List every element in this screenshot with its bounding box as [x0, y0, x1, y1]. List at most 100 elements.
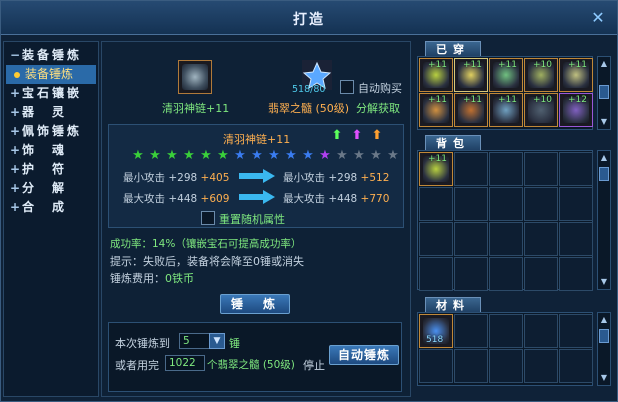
auto-buy-checkbox[interactable]: [340, 80, 354, 94]
nav-item-accessory-forge[interactable]: + 佩饰锤炼: [4, 122, 98, 141]
inventory-slot[interactable]: [524, 222, 558, 256]
forge-star-icon: ★: [183, 148, 195, 163]
inventory-slot[interactable]: [489, 152, 523, 186]
forge-star-icon: ★: [387, 148, 399, 163]
inventory-slot[interactable]: [419, 257, 453, 291]
nav-item-combine[interactable]: + 合 成: [4, 198, 98, 217]
inventory-slot[interactable]: [489, 349, 523, 383]
tab-equipped[interactable]: 已穿: [425, 41, 481, 57]
inventory-slot[interactable]: [454, 152, 488, 186]
inventory-slot[interactable]: [489, 187, 523, 221]
inventory-slot[interactable]: +11: [454, 93, 488, 127]
reset-random-label: 重置随机属性: [219, 213, 285, 226]
forge-star-icon: ★: [353, 148, 365, 163]
target-level-select[interactable]: 5: [179, 333, 211, 349]
scroll-thumb[interactable]: [599, 329, 609, 343]
stop-label: 停止: [303, 359, 325, 372]
inventory-slot[interactable]: [419, 349, 453, 383]
scroll-down-icon[interactable]: ▼: [599, 373, 609, 383]
bullet-icon: [14, 71, 20, 78]
inventory-slot[interactable]: [489, 314, 523, 348]
tab-backpack[interactable]: 背包: [425, 135, 481, 151]
inventory-slot[interactable]: 518: [419, 314, 453, 348]
inventory-slot[interactable]: [524, 257, 558, 291]
panel-item-name: 清羽神链+11: [223, 133, 291, 146]
inventory-slot[interactable]: [524, 187, 558, 221]
forge-star-icon: ★: [200, 148, 212, 163]
inventory-slot[interactable]: +11: [419, 152, 453, 186]
forge-star-icon: ★: [268, 148, 280, 163]
equipped-scrollbar[interactable]: ▲ ▼: [597, 56, 611, 130]
scroll-up-icon[interactable]: ▲: [599, 59, 609, 69]
backpack-scrollbar[interactable]: ▲ ▼: [597, 150, 611, 290]
materials-scrollbar[interactable]: ▲ ▼: [597, 312, 611, 386]
inventory-slot[interactable]: [454, 187, 488, 221]
inventory-slot[interactable]: +11: [419, 93, 453, 127]
inventory-slot[interactable]: [559, 222, 593, 256]
min-attack-next: 最小攻击 +298 +512: [283, 172, 390, 184]
inventory-slot[interactable]: [559, 314, 593, 348]
inventory-slot[interactable]: +12: [559, 93, 593, 127]
inventory-slot[interactable]: [454, 349, 488, 383]
material-count: 518/80: [292, 84, 326, 95]
fail-hint: 提示：失败后，装备将会降至0锤或消失: [110, 255, 304, 268]
inventory-slot[interactable]: +10: [524, 58, 558, 92]
item-level-label: +11: [428, 154, 447, 164]
backpack-grid: +11: [417, 150, 593, 291]
inventory-slot[interactable]: +11: [419, 58, 453, 92]
inventory-slot[interactable]: +11: [559, 58, 593, 92]
use-count-input[interactable]: 1022: [165, 355, 205, 371]
nav-item-accessory-soul[interactable]: + 饰 魂: [4, 141, 98, 160]
inventory-slot[interactable]: [524, 314, 558, 348]
inventory-slot[interactable]: [454, 314, 488, 348]
scroll-down-icon[interactable]: ▼: [599, 277, 609, 287]
forge-star-icon: ★: [319, 148, 331, 163]
scroll-thumb[interactable]: [599, 167, 609, 181]
nav-item-spirit[interactable]: + 器 灵: [4, 103, 98, 122]
inventory-slot[interactable]: [524, 349, 558, 383]
reset-random-checkbox[interactable]: [201, 211, 215, 225]
nav-subitem-equip-forge[interactable]: 装备锤炼: [6, 65, 96, 84]
scroll-down-icon[interactable]: ▼: [599, 117, 609, 127]
inventory-slot[interactable]: +10: [524, 93, 558, 127]
inventory-slot[interactable]: [559, 152, 593, 186]
nav-item-gem-inlay[interactable]: + 宝石镶嵌: [4, 84, 98, 103]
inventory-slot[interactable]: [489, 257, 523, 291]
forge-star-icon: ★: [370, 148, 382, 163]
materials-grid: 518: [417, 312, 593, 386]
scroll-up-icon[interactable]: ▲: [599, 315, 609, 325]
success-rate: 成功率：14%（镶嵌宝石可提高成功率）: [110, 238, 302, 250]
inventory-slot[interactable]: [454, 222, 488, 256]
auto-forge-button[interactable]: 自动锤炼: [329, 345, 399, 365]
chevron-down-icon[interactable]: ▼: [209, 333, 225, 349]
item-level-label: +11: [428, 95, 447, 105]
equipment-slot[interactable]: [178, 60, 212, 94]
inventory-slot[interactable]: [559, 187, 593, 221]
nav-item-equip-forge[interactable]: − 装备锤炼: [4, 46, 98, 65]
nav-item-talisman[interactable]: + 护 符: [4, 160, 98, 179]
scroll-thumb[interactable]: [599, 85, 609, 99]
inventory-slot[interactable]: +11: [454, 58, 488, 92]
inventory-slot[interactable]: [454, 257, 488, 291]
forge-star-icon: ★: [132, 148, 144, 163]
inventory-slot[interactable]: [559, 349, 593, 383]
inventory-slot[interactable]: [559, 257, 593, 291]
inventory-slot[interactable]: [489, 222, 523, 256]
inventory-slot[interactable]: +11: [489, 93, 523, 127]
title-bar: 打造 ✕: [1, 1, 617, 35]
inventory-slot[interactable]: [524, 152, 558, 186]
auto-buy-label: 自动购买: [358, 82, 402, 95]
inventory-slot[interactable]: +11: [489, 58, 523, 92]
tab-materials[interactable]: 材料: [425, 297, 481, 313]
forge-button[interactable]: 锤 炼: [220, 294, 290, 314]
collapse-icon: −: [10, 48, 21, 62]
equipped-grid: +11 +11 +11 +10 +11 +11 +11 +11 +10 +12: [417, 56, 593, 130]
forge-star-icon: ★: [336, 148, 348, 163]
decompose-link[interactable]: 分解获取: [356, 100, 400, 116]
item-level-label: +11: [428, 60, 447, 70]
nav-item-decompose[interactable]: + 分 解: [4, 179, 98, 198]
scroll-up-icon[interactable]: ▲: [599, 153, 609, 163]
inventory-slot[interactable]: [419, 222, 453, 256]
inventory-slot[interactable]: [419, 187, 453, 221]
close-icon[interactable]: ✕: [587, 7, 609, 29]
